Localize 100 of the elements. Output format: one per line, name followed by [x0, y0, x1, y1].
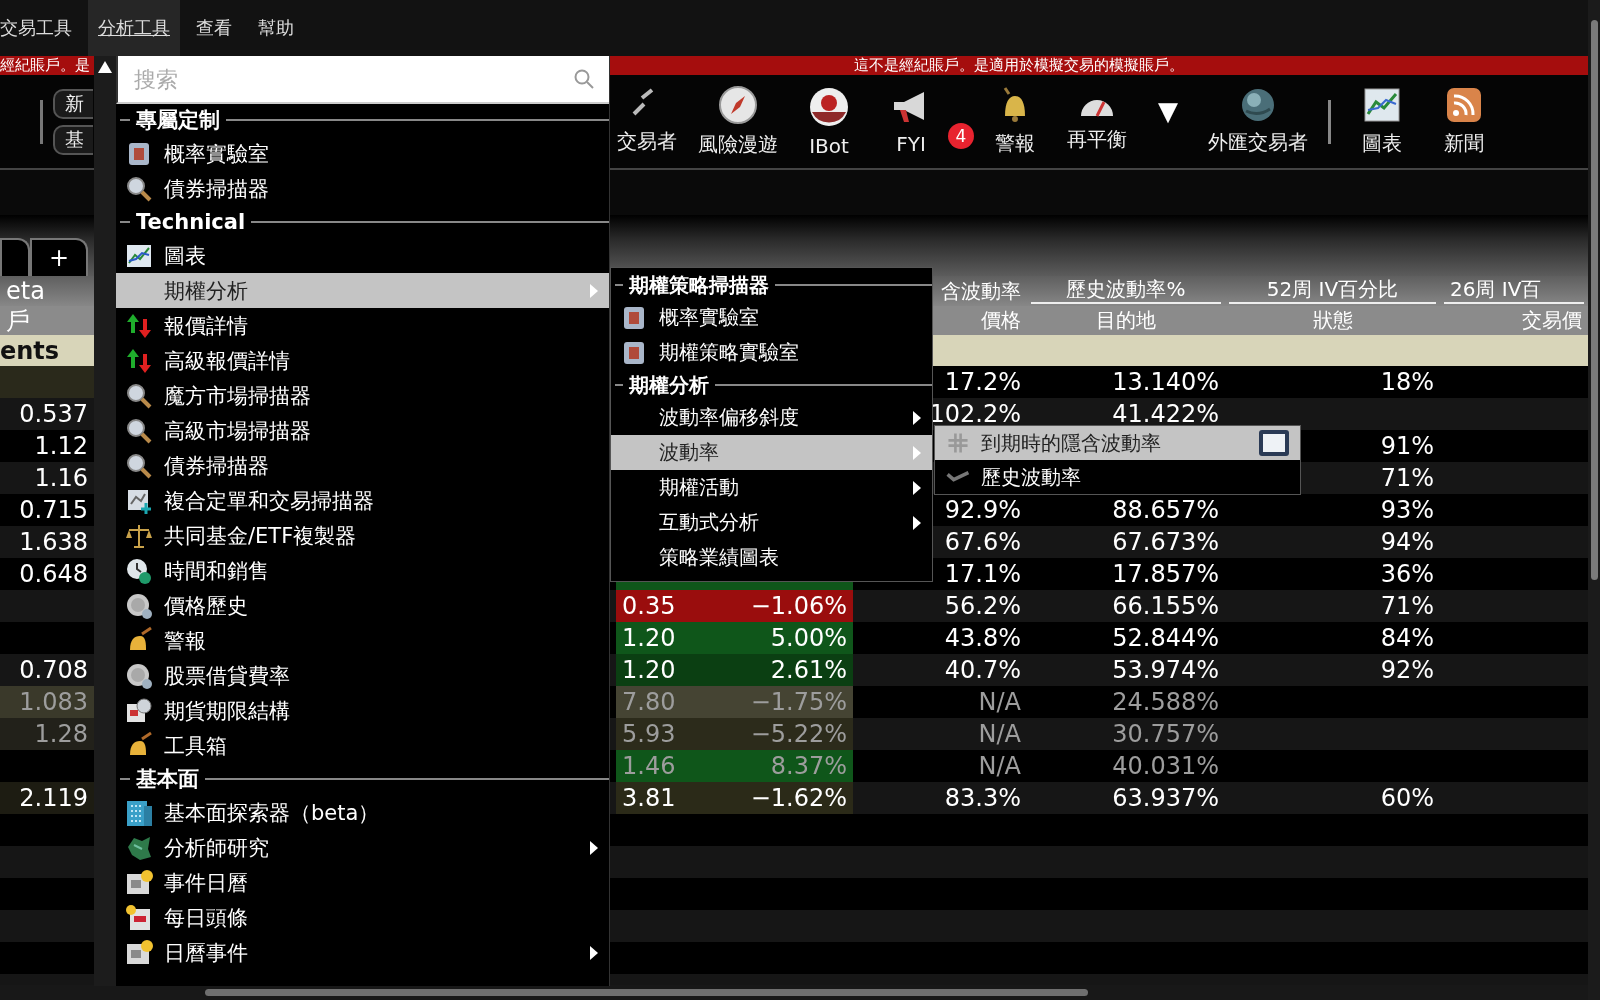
- notification-badge: 4: [948, 122, 974, 149]
- menu-section-title: Technical: [136, 210, 246, 234]
- table-cell: 40.031%: [1112, 752, 1219, 780]
- submenu-arrow-icon: [589, 944, 599, 961]
- menu-item[interactable]: 複合定單和交易掃描器: [116, 483, 609, 518]
- menu-item[interactable]: 魔方市場掃描器: [116, 378, 609, 413]
- table-cell: −1.75%: [700, 686, 853, 718]
- submenu-arrow-icon: [589, 839, 599, 856]
- menu-item[interactable]: 共同基金/ETF複製器: [116, 518, 609, 553]
- search-field[interactable]: 搜索: [116, 56, 609, 104]
- table-cell: 53.974%: [1112, 656, 1219, 684]
- table-cell: 67.6%: [944, 528, 1021, 556]
- table-cell: 36%: [1380, 560, 1434, 588]
- table-cell: −1.06%: [700, 590, 853, 622]
- table-cell: 66.155%: [1112, 592, 1219, 620]
- table-cell: 102.2%: [929, 400, 1021, 428]
- menu-item[interactable]: 基本面探索器（beta）: [116, 795, 609, 830]
- menu-item[interactable]: 期權活動: [611, 470, 932, 505]
- menu-item[interactable]: 每日頭條: [116, 900, 609, 935]
- menu-item[interactable]: 事件日曆: [116, 865, 609, 900]
- table-cell: 1.46: [616, 750, 700, 782]
- menu-item[interactable]: 波動率偏移斜度: [611, 400, 932, 435]
- column-header: 狀態: [1312, 307, 1353, 334]
- table-cell: 41.422%: [1112, 400, 1219, 428]
- menu-item[interactable]: 概率實驗室: [611, 300, 932, 335]
- toolbar-button[interactable]: 新聞: [1433, 75, 1495, 168]
- menu-item[interactable]: 期權策略實驗室: [611, 335, 932, 370]
- menu-item[interactable]: 到期時的隱含波動率: [935, 426, 1300, 460]
- table-cell: 71%: [1380, 464, 1434, 492]
- menu-bar-item[interactable]: 分析工具: [88, 0, 180, 56]
- menu-item[interactable]: 高級報價詳情: [116, 343, 609, 378]
- column-header: 目的地: [1096, 307, 1156, 334]
- table-cell: −1.62%: [700, 782, 853, 814]
- menu-item[interactable]: 工具箱: [116, 728, 609, 763]
- side-button[interactable]: 基: [53, 124, 93, 155]
- menu-item[interactable]: 期權分析: [116, 273, 609, 308]
- compass-icon: [718, 85, 758, 125]
- menu-bar-item[interactable]: 交易工具: [0, 0, 82, 56]
- table-cell: 5.93: [616, 718, 700, 750]
- scrollbar-thumb[interactable]: [1590, 20, 1598, 580]
- menu-item[interactable]: 概率實驗室: [116, 136, 609, 171]
- table-cell: 8.37%: [700, 750, 853, 782]
- toolbar-button[interactable]: IBot: [798, 75, 860, 168]
- toolbar-button[interactable]: 圖表: [1351, 75, 1413, 168]
- toolbar-button[interactable]: FYI: [880, 75, 942, 168]
- table-cell: 1.20: [616, 622, 700, 654]
- toolbar-button[interactable]: 風險漫遊: [698, 75, 778, 168]
- toolbar-button[interactable]: 警報: [984, 75, 1046, 168]
- table-cell: 1.083: [0, 686, 94, 718]
- submenu-arrow-icon: [912, 479, 922, 496]
- table-cell: 5.00%: [700, 622, 853, 654]
- menu-item[interactable]: 分析師研究: [116, 830, 609, 865]
- menu-item[interactable]: 波動率: [611, 435, 932, 470]
- menu-item[interactable]: 時間和銷售: [116, 553, 609, 588]
- tab[interactable]: +: [30, 238, 88, 276]
- table-cell: 24.588%: [1112, 688, 1219, 716]
- table-cell: 92%: [1380, 656, 1434, 684]
- menu-bar-item[interactable]: 幫助: [248, 0, 304, 56]
- toolbar-button[interactable]: 外匯交易者: [1208, 75, 1308, 168]
- table-cell: 2.119: [0, 782, 94, 814]
- table-cell: 91%: [1380, 432, 1434, 460]
- column-header: eta: [6, 277, 45, 305]
- menu-item[interactable]: 價格歷史: [116, 588, 609, 623]
- table-cell: 17.857%: [1112, 560, 1219, 588]
- table-cell: 13.140%: [1112, 368, 1219, 396]
- banner-text: 經紀賬戶。是: [0, 56, 91, 75]
- menu-item[interactable]: 股票借貸費率: [116, 658, 609, 693]
- menu-item[interactable]: 歷史波動率: [935, 460, 1300, 494]
- menu-item[interactable]: 圖表: [116, 238, 609, 273]
- dropdown-arrow[interactable]: ▼: [1158, 95, 1178, 148]
- table-cell: 0.715: [19, 496, 88, 524]
- menu-item[interactable]: 報價詳情: [116, 308, 609, 343]
- menu-item[interactable]: 日曆事件: [116, 935, 609, 970]
- menu-item[interactable]: 警報: [116, 623, 609, 658]
- menu-item[interactable]: 策略業績圖表: [611, 540, 932, 575]
- table-cell: 7.80: [616, 686, 700, 718]
- menu-section-title: 基本面: [136, 766, 199, 793]
- menu-section-title: 專屬定制: [136, 107, 220, 134]
- column-header: 歷史波動率%: [1066, 276, 1186, 302]
- chart-icon: [1362, 86, 1402, 124]
- column-header: 含波動率: [941, 277, 1021, 305]
- menu-item[interactable]: 互動式分析: [611, 505, 932, 540]
- menu-bar-item[interactable]: 查看: [186, 0, 242, 56]
- menu-section-title: 期權分析: [629, 371, 709, 399]
- table-cell: N/A: [978, 752, 1021, 780]
- scrollbar-thumb[interactable]: [205, 989, 1088, 996]
- toolbar-button[interactable]: 再平衡: [1066, 75, 1128, 168]
- table-cell: 2.61%: [700, 654, 853, 686]
- tab[interactable]: [0, 238, 30, 276]
- table-cell: 71%: [1380, 592, 1434, 620]
- side-button[interactable]: 新: [53, 88, 93, 119]
- menu-section-title: 期權策略掃描器: [629, 271, 769, 299]
- menu-item[interactable]: 高級市場掃描器: [116, 413, 609, 448]
- table-cell: 56.2%: [944, 592, 1021, 620]
- column-header: 價格: [981, 307, 1021, 334]
- menu-item[interactable]: 債券掃描器: [116, 448, 609, 483]
- search-input[interactable]: 搜索: [132, 59, 552, 99]
- toolbar-button[interactable]: 交易者: [616, 75, 678, 168]
- table-cell: 0.708: [19, 656, 88, 684]
- menu-item[interactable]: 期貨期限結構: [116, 693, 609, 728]
